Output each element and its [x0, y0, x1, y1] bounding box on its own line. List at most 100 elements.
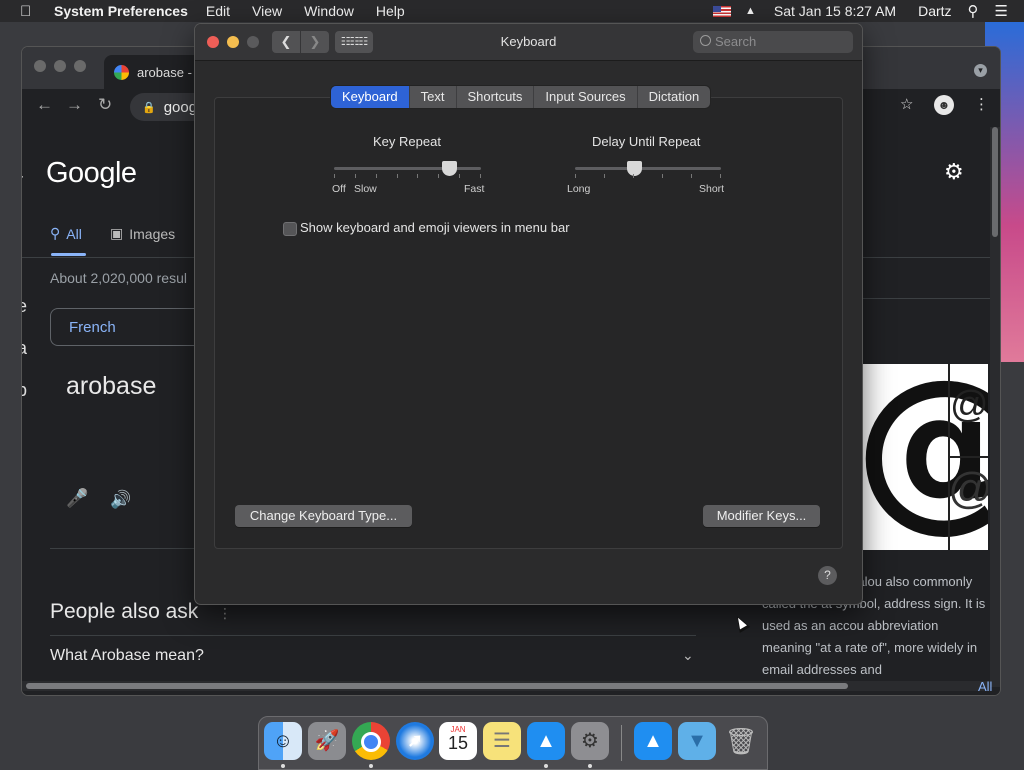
tab-keyboard[interactable]: Keyboard — [331, 86, 410, 108]
search-icon — [700, 35, 711, 46]
search-tab-all-label: All — [66, 225, 82, 242]
delay-short-label: Short — [699, 183, 725, 195]
system-preferences-icon[interactable]: ⚙ — [571, 722, 609, 760]
tab-search-icon[interactable]: ▾ — [974, 64, 987, 77]
apple-menu-icon[interactable]:  — [20, 3, 42, 20]
slider-tick — [397, 174, 398, 178]
lock-icon: 🔒 — [142, 101, 156, 114]
translated-word: arobase — [66, 372, 157, 400]
tab-dictation[interactable]: Dictation — [638, 86, 711, 108]
user-menu[interactable]: Dartz — [918, 3, 951, 19]
google-logo[interactable]: Google — [46, 157, 137, 190]
scrollbar-thumb[interactable] — [26, 683, 848, 689]
active-tab-indicator — [51, 253, 86, 256]
chrome-minimize-button[interactable] — [54, 60, 66, 72]
chevron-down-icon[interactable]: ⌄ — [682, 647, 694, 664]
chrome-tab-title: arobase - — [137, 64, 192, 80]
slider-track — [575, 167, 721, 170]
menu-bar:  System Preferences Edit View Window He… — [0, 0, 1024, 22]
running-indicator — [281, 764, 285, 768]
tab-text[interactable]: Text — [410, 86, 457, 108]
tab-shortcuts[interactable]: Shortcuts — [457, 86, 535, 108]
change-keyboard-type-button[interactable]: Change Keyboard Type... — [235, 505, 412, 527]
image-border — [948, 456, 988, 458]
people-also-ask-heading: People also ask — [50, 600, 199, 623]
slider-knob[interactable] — [627, 161, 642, 176]
slider-tick — [720, 174, 721, 178]
speaker-icon[interactable]: 🔊 — [110, 490, 131, 510]
running-indicator — [544, 764, 548, 768]
key-repeat-slow-label: Slow — [354, 183, 377, 195]
downloads-folder-icon[interactable]: ▼ — [678, 722, 716, 760]
profile-avatar-icon[interactable]: ☻ — [934, 95, 954, 115]
slider-tick — [459, 174, 460, 178]
scrollbar-thumb[interactable] — [992, 127, 998, 237]
search-tab-images[interactable]: ▣ Images — [110, 225, 175, 242]
app-store-icon[interactable]: ▲ — [527, 722, 565, 760]
google-favicon-icon — [114, 64, 129, 80]
eject-icon[interactable]: ▲ — [745, 5, 756, 17]
at-symbol-icon: @ — [948, 464, 988, 514]
show-viewers-checkbox[interactable] — [283, 222, 297, 236]
chrome-zoom-button[interactable] — [74, 60, 86, 72]
spotlight-search-icon[interactable]: ⚲ — [968, 2, 979, 20]
delay-until-repeat-slider[interactable] — [575, 160, 721, 180]
back-arrow-icon[interactable]: ← — [36, 95, 53, 115]
tab-input-sources[interactable]: Input Sources — [534, 86, 638, 108]
at-symbol-icon: @ — [950, 384, 988, 426]
delay-until-repeat-label: Delay Until Repeat — [592, 134, 701, 149]
finder-icon[interactable]: ☺ — [264, 722, 302, 760]
reload-icon[interactable]: ↻ — [98, 95, 112, 115]
slider-tick — [662, 174, 663, 178]
keyboard-preferences-window: ❮ ❯ ☷☷☷ Keyboard Search Keyboard Text Sh… — [195, 24, 862, 604]
chrome-menu-icon[interactable]: ⋮ — [974, 95, 989, 113]
search-field[interactable]: Search — [693, 31, 853, 53]
side-fragment: De — [22, 296, 27, 317]
show-viewers-label[interactable]: Show keyboard and emoji viewers in menu … — [300, 220, 570, 235]
chrome-close-button[interactable] — [34, 60, 46, 72]
horizontal-scrollbar[interactable] — [22, 681, 990, 691]
modifier-keys-button[interactable]: Modifier Keys... — [703, 505, 820, 527]
arobase-image[interactable]: @ @ @ — [862, 364, 988, 550]
vertical-scrollbar[interactable] — [990, 127, 1000, 687]
forward-arrow-icon[interactable]: → — [66, 95, 83, 115]
bookmark-star-icon[interactable]: ☆ — [900, 95, 913, 113]
microphone-icon[interactable]: 🎤 — [66, 488, 88, 509]
menubar-clock[interactable]: Sat Jan 15 8:27 AM — [774, 3, 896, 19]
calendar-day: 15 — [447, 733, 469, 753]
app-menu[interactable]: System Preferences — [54, 3, 188, 19]
notes-icon[interactable]: ☰ — [483, 722, 521, 760]
trash-icon[interactable]: 🗑 — [722, 722, 760, 760]
see-all-link[interactable]: All — [978, 679, 992, 694]
menu-view[interactable]: View — [252, 3, 282, 19]
slider-knob[interactable] — [442, 161, 457, 176]
running-indicator — [369, 764, 373, 768]
result-stats: About 2,020,000 resul — [50, 270, 187, 286]
menu-window[interactable]: Window — [304, 3, 354, 19]
search-tab-all[interactable]: ⚲ All — [50, 225, 82, 242]
input-source-flag-icon[interactable] — [713, 5, 731, 17]
image-icon: ▣ — [110, 225, 124, 241]
help-button[interactable]: ? — [818, 566, 837, 585]
slider-tick — [691, 174, 692, 178]
settings-gear-icon[interactable]: ⚙ — [944, 159, 964, 185]
control-center-icon[interactable]: ☰ — [995, 2, 1008, 20]
slider-tick — [334, 174, 335, 178]
delay-long-label: Long — [567, 183, 591, 195]
key-repeat-fast-label: Fast — [464, 183, 485, 195]
chrome-icon[interactable] — [352, 722, 390, 760]
key-repeat-slider[interactable] — [334, 160, 481, 180]
menu-help[interactable]: Help — [376, 3, 405, 19]
calendar-icon[interactable]: JAN 15 — [439, 722, 477, 760]
menu-edit[interactable]: Edit — [206, 3, 230, 19]
app-store-icon[interactable]: ▲ — [634, 722, 672, 760]
launchpad-icon[interactable]: 🚀 — [308, 722, 346, 760]
slider-tick — [355, 174, 356, 178]
translate-language-selector[interactable]: French — [50, 308, 210, 346]
more-options-icon[interactable]: ⋮ — [218, 605, 232, 622]
slider-track — [334, 167, 481, 170]
slider-tick — [438, 174, 439, 178]
people-also-ask-question[interactable]: What Arobase mean? — [50, 647, 204, 665]
safari-compass-icon[interactable]: ➚ — [396, 722, 434, 760]
divider — [50, 635, 696, 636]
